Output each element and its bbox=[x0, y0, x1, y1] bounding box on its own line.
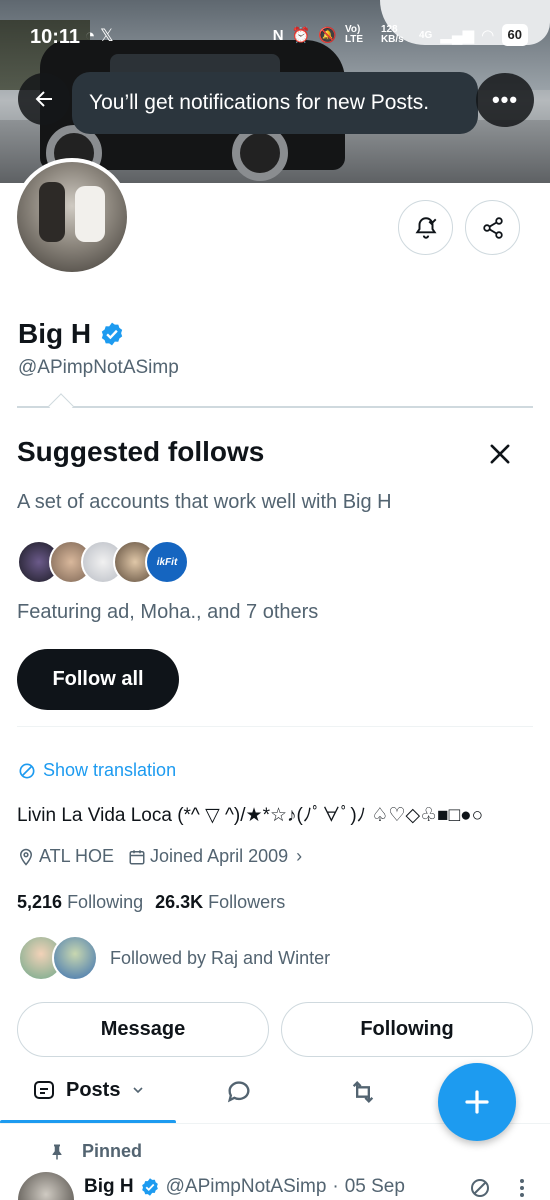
network-type: 4G bbox=[418, 29, 433, 41]
post-author-avatar[interactable] bbox=[18, 1172, 74, 1200]
replies-tab-icon[interactable] bbox=[225, 1078, 253, 1106]
tab-posts-label: Posts bbox=[66, 1078, 121, 1101]
close-icon[interactable] bbox=[486, 440, 514, 468]
profile-bio: Livin La Vida Loca (*^ ▽ ^)/★*☆♪(ﾉﾟ∀ﾟ)ﾉ … bbox=[17, 805, 484, 826]
joined-text: Joined April 2009 bbox=[150, 846, 289, 866]
location-item: ATL HOE bbox=[17, 846, 114, 867]
following-button[interactable]: Following bbox=[281, 1002, 533, 1057]
signal-icon: ▂▄▆ bbox=[440, 27, 474, 44]
chevron-down-icon bbox=[133, 1087, 144, 1094]
profile-meta: ATL HOE Joined April 2009 › bbox=[17, 846, 302, 867]
following-label: Following bbox=[67, 892, 144, 912]
featuring-text: Featuring ad, Moha., and 7 others bbox=[17, 601, 319, 623]
bell-check-icon bbox=[415, 216, 436, 239]
post-author-name[interactable]: Big H bbox=[84, 1176, 134, 1198]
status-time: 10:11 bbox=[30, 26, 81, 48]
followed-by-text[interactable]: Followed by Raj and Winter bbox=[110, 948, 330, 969]
follow-all-button[interactable]: Follow all bbox=[17, 649, 179, 710]
post-date: 05 Sep bbox=[344, 1176, 405, 1197]
profile-display-name: Big H bbox=[18, 318, 92, 349]
message-button[interactable]: Message bbox=[17, 1002, 269, 1057]
mute-icon: 🔕 bbox=[318, 27, 337, 44]
plus-icon bbox=[465, 1090, 489, 1114]
more-icon: ••• bbox=[491, 87, 519, 112]
network-label: Vo) LTE bbox=[344, 24, 364, 45]
suggested-follows-subtitle: A set of accounts that work well with Bi… bbox=[17, 491, 392, 513]
following-count: 5,216 bbox=[17, 892, 63, 912]
verified-badge-icon[interactable] bbox=[99, 321, 125, 347]
avatar-image bbox=[17, 162, 127, 272]
profile-avatar[interactable] bbox=[13, 158, 131, 276]
battery-icon: 60 bbox=[501, 24, 528, 46]
back-button[interactable] bbox=[18, 73, 70, 125]
pinned-indicator: Pinned bbox=[48, 1141, 142, 1162]
followers-label: Followers bbox=[208, 892, 286, 912]
followers-count-link[interactable]: 26.3K Followers bbox=[155, 892, 285, 913]
following-count-link[interactable]: 5,216 Following bbox=[17, 892, 143, 913]
profile-name: Big H bbox=[18, 318, 125, 350]
status-bar: 10:11 ◔ 𝕏 N ⏰ 🔕 Vo) LTE 128 KB/s 4G ▂▄▆ … bbox=[0, 20, 550, 56]
status-right-icons: N ⏰ 🔕 Vo) LTE 128 KB/s 4G ▂▄▆ ◠ 60 bbox=[273, 24, 528, 46]
avatar-person bbox=[39, 182, 65, 242]
share-button[interactable] bbox=[465, 200, 520, 255]
suggested-accounts-avatars[interactable]: ikFit bbox=[17, 540, 217, 584]
location-text: ATL HOE bbox=[39, 846, 115, 866]
show-translation-link[interactable]: Show translation bbox=[17, 760, 176, 781]
suggested-avatar-label: ikFit bbox=[156, 556, 178, 568]
wifi-icon: ◠ bbox=[481, 27, 494, 44]
suggested-follows-title: Suggested follows bbox=[17, 436, 265, 467]
post-header: Big H @APimpNotASimp · 05 Sep bbox=[84, 1176, 405, 1198]
back-arrow-icon bbox=[35, 91, 52, 107]
post-author-handle: @APimpNotASimp bbox=[165, 1176, 327, 1197]
status-app-icons: ◔ 𝕏 bbox=[85, 26, 114, 45]
toast-message: You’ll get notifications for new Posts. bbox=[89, 91, 430, 114]
post-separator: · bbox=[332, 1176, 339, 1197]
tab-posts[interactable]: Posts bbox=[32, 1078, 146, 1102]
section-divider bbox=[17, 726, 533, 727]
notification-toast: You’ll get notifications for new Posts. bbox=[72, 72, 478, 134]
suggested-avatar: ikFit bbox=[145, 540, 189, 584]
more-options-button[interactable]: ••• bbox=[476, 73, 534, 127]
chevron-right-icon: › bbox=[296, 846, 303, 866]
follow-counts: 5,216 Following 26.3K Followers bbox=[17, 892, 285, 913]
avatar-person bbox=[75, 186, 105, 242]
nfc-icon: N bbox=[272, 26, 284, 44]
post-more-icon[interactable] bbox=[518, 1177, 526, 1199]
location-pin-icon bbox=[19, 848, 33, 866]
reposts-tab-icon[interactable] bbox=[349, 1078, 377, 1106]
calendar-icon bbox=[129, 849, 145, 864]
alarm-icon: ⏰ bbox=[291, 27, 311, 44]
pinned-label: Pinned bbox=[82, 1141, 143, 1161]
follower-avatar bbox=[52, 935, 98, 981]
section-divider bbox=[17, 406, 533, 408]
divider-notch bbox=[48, 393, 74, 419]
profile-handle: @APimpNotASimp bbox=[18, 357, 179, 378]
pin-icon bbox=[52, 1144, 62, 1159]
translate-icon bbox=[19, 763, 35, 778]
compose-post-button[interactable] bbox=[438, 1063, 516, 1141]
posts-icon bbox=[34, 1081, 54, 1099]
verified-badge-icon bbox=[141, 1178, 158, 1196]
network-speed: 128 KB/s bbox=[380, 24, 404, 45]
share-icon bbox=[482, 216, 503, 239]
translate-icon[interactable] bbox=[468, 1176, 492, 1200]
followed-by-avatars[interactable] bbox=[18, 935, 108, 983]
post-header-actions bbox=[468, 1176, 526, 1200]
followers-count: 26.3K bbox=[155, 892, 204, 912]
show-translation-label: Show translation bbox=[43, 760, 177, 780]
joined-item[interactable]: Joined April 2009 › bbox=[128, 846, 302, 867]
notifications-bell-button[interactable] bbox=[398, 200, 453, 255]
